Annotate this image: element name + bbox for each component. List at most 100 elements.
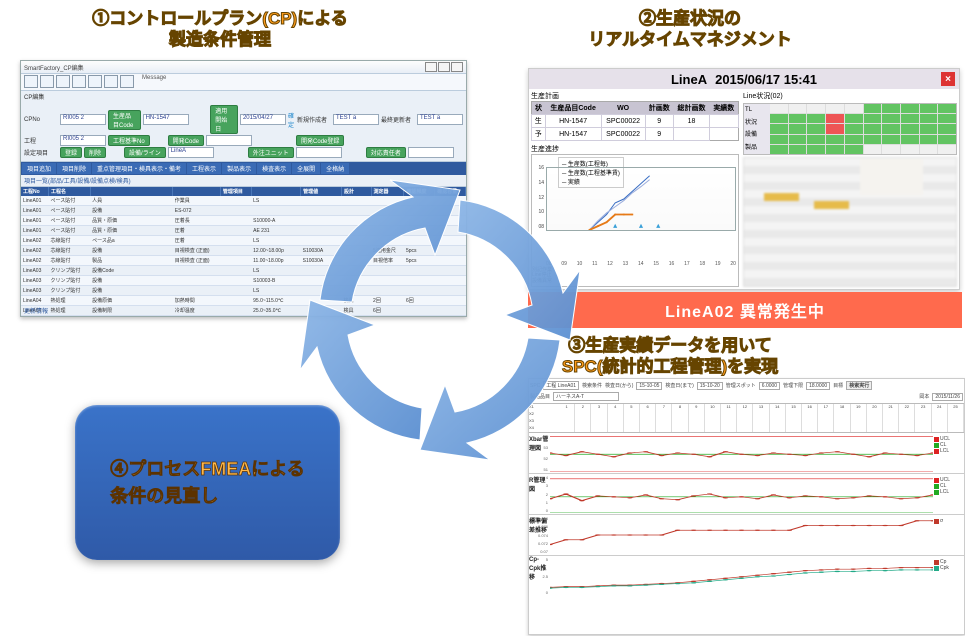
cp-nav-item[interactable]: 全展開 [292,163,320,174]
table-row[interactable]: LineA03クリンプ貼付設備LS [21,286,466,296]
spc-date-to[interactable]: 15-10-20 [697,382,723,390]
cp-titlebar: SmartFactory_CP編集 [21,61,466,74]
rt-x-ticks: 08091011121314151617181920 [546,261,736,267]
spc-ucl-field[interactable]: 6.0000 [759,382,780,390]
table-row[interactable]: LineA03クリンプ貼付設備S10003-B [21,276,466,286]
toolbar-message-label: Message [142,75,166,86]
cp-toolbar: Message [21,74,466,91]
spc-kotei-field[interactable]: 工程 LineA01 [543,381,579,390]
table-row[interactable]: LineA04熱処理設備制限冷却温度25.0~35.0℃検具6回 [21,306,466,316]
cp-nav-bar: 項目追加項目削除重点管理項目・検具表示・備考工程表示製品表示検査表示全展開全格納 [21,162,466,175]
gaichu-field[interactable] [296,147,342,158]
table-row[interactable]: LineA05外圧表示設備点検(製造条件自動取込)炉内温度130~150℃150… [21,316,466,318]
setting-label: 設定項目 [24,148,58,157]
rt-datetime: 2015/06/17 15:41 [715,72,817,87]
toolbar-icon[interactable] [72,75,86,88]
table-row[interactable]: LineA02芯線貼付設備目視検査 (正面)12.00~18.00pS10030… [21,246,466,256]
heading-2: ②生産状況のリアルタイムマネジメント [560,8,820,51]
dev-code-reg-btn[interactable]: 開発Code登録 [296,135,344,146]
rt-status-row-labels: TL状況設備製品 [744,104,770,154]
fmea-card: ④プロセスFMEAによる 条件の見直し [75,405,340,560]
window-controls [425,62,463,72]
spc-chart: Cp-Cpk推移52.50CpCpk [529,556,964,596]
cp-nav-item[interactable]: 重点管理項目・検具表示・備考 [92,163,186,174]
dev-code-label: 開発Code [168,135,204,146]
spc-lbl: 目標 [833,382,843,389]
realtime-monitor-panel: LineA 2015/06/17 15:41 × 生産計画 状生産品目CodeW… [528,68,960,290]
confirm-link[interactable]: 確定 [288,111,295,129]
table-row[interactable]: LineA01ペース貼付設備ES-072 [21,206,466,216]
kotei-field[interactable]: RI005 2 [60,135,106,146]
spc-data-matrix: X1X2X3X412345678910111213141516171819202… [529,404,964,433]
cpno-field[interactable]: RI005 2 [60,114,106,125]
kotei-label: 工程 [24,136,58,145]
spc-date-from[interactable]: 15-10-05 [636,382,662,390]
table-row[interactable]: LineA01ペース貼付品質・原価圧着AE 231 [21,226,466,236]
cp-filter-area: CPNo RI005 2 生産品目Code HN-1547 適用開始日 2015… [21,102,466,162]
line-field[interactable]: LineA [168,147,214,158]
res-label: 対応責任者 [366,147,406,158]
kotei-btn[interactable]: 工程基準No [108,135,150,146]
cp-nav-item[interactable]: 工程表示 [187,163,221,174]
editor-field: TEST a [417,114,463,125]
heading-1: ①コントロールプラン(CP)による製造条件管理 [90,8,350,51]
table-row[interactable]: LineA01ペース貼付品質・原価圧着長S10000-A [21,216,466,226]
product-code-field[interactable]: HN-1547 [143,114,189,125]
spc-lbl: 管理スポット [726,382,756,389]
toolbar-icon[interactable] [24,75,38,88]
toolbar-icon[interactable] [120,75,134,88]
table-row[interactable]: LineA02芯線貼付ペース品a圧着LS [21,236,466,246]
toolbar-icon[interactable] [88,75,102,88]
cp-nav-item[interactable]: 項目追加 [22,163,56,174]
cp-list-tabs: 項目一覧(部品/工具/設備/設備点検/検具) [21,175,466,187]
cp-nav-item[interactable]: 検査表示 [257,163,291,174]
cp-footer: 更新情報 [24,306,48,315]
rt-close-button[interactable]: × [941,72,955,86]
table-row[interactable]: LineA03クリンプ貼付設備CodeLS [21,266,466,276]
table-row[interactable]: LineA04熱処理設備原価加熱時間95.0~115.0℃検具2回6回 [21,296,466,306]
fmea-line2: 条件の見直し [110,483,304,509]
table-row[interactable]: LineA01ペース貼付人員作業員LS [21,196,466,206]
toolbar-icon[interactable] [104,75,118,88]
spc-filters: SPC 工程 LineA01 検索条件 検査日(から) 15-10-05 検査日… [529,379,964,404]
rt-line-title: LineA [671,72,707,87]
cp-nav-item[interactable]: 項目削除 [57,163,91,174]
res-field[interactable] [408,147,454,158]
rt-plan-label: 生産計画 [531,91,739,101]
alert-banner: LineA02 異常発生中 [528,292,962,328]
rt-progress-chart: ─ 生産数(工程毎)─ 生産数(工程基準賃)─ 実績 1614121008 08… [531,154,739,287]
cp-nav-item[interactable]: 全格納 [321,163,349,174]
spc-lcl-field[interactable]: 18.0000 [806,382,830,390]
spc-chart: R管理図43210UCLCLLCL [529,474,964,515]
rt-y-ticks: 1614121008 [532,165,544,230]
toolbar-icon[interactable] [40,75,54,88]
del-btn[interactable]: 削除 [84,147,106,158]
cp-data-table: 工程No工程名管理項目管理値設計測定器確認頻度確認容量LineA01ペース貼付人… [21,187,466,317]
spc-lbl: SPC [530,383,540,389]
maximize-button[interactable] [438,62,450,72]
rt-status-title: Line状況(02) [743,91,957,101]
cp-nav-item[interactable]: 製品表示 [222,163,256,174]
spc-product-select[interactable]: ハーネスA-T [553,392,619,401]
reg-btn[interactable]: 登録 [60,147,82,158]
cp-list-tab[interactable]: 項目一覧(部品/工具/設備/設備点検/検具) [24,176,131,185]
spc-search-button[interactable]: 検索実行 [846,381,872,390]
close-button[interactable] [451,62,463,72]
spc-lbl: 管理下限 [783,382,803,389]
spc-lbl: 検査日(から) [605,382,633,389]
table-row[interactable]: LineA02芯線貼付製品目視検査 (正面)11.00~18.00pS10030… [21,256,466,266]
cpno-label: CPNo [24,117,58,123]
rt-event-labels: 別記作業Line停止設備異常 [532,268,552,285]
minimize-button[interactable] [425,62,437,72]
rt-status-cells [770,104,956,154]
spc-lbl: 検索条件 [582,382,602,389]
dev-code-field[interactable] [206,135,252,146]
apply-date-field[interactable]: 2015/04/27 [240,114,286,125]
toolbar-icon[interactable] [56,75,70,88]
rt-header: LineA 2015/06/17 15:41 × [529,69,959,89]
spc-chart: 標準偏差推移0.0780.0760.0740.0720.07σ [529,515,964,556]
spc-panel: SPC 工程 LineA01 検索条件 検査日(から) 15-10-05 検査日… [528,378,965,635]
author-field: TEST a [333,114,379,125]
spc-chart: Xbar管理図54535251UCLCLLCL [529,433,964,474]
spc-user: 岡本 [919,393,929,400]
